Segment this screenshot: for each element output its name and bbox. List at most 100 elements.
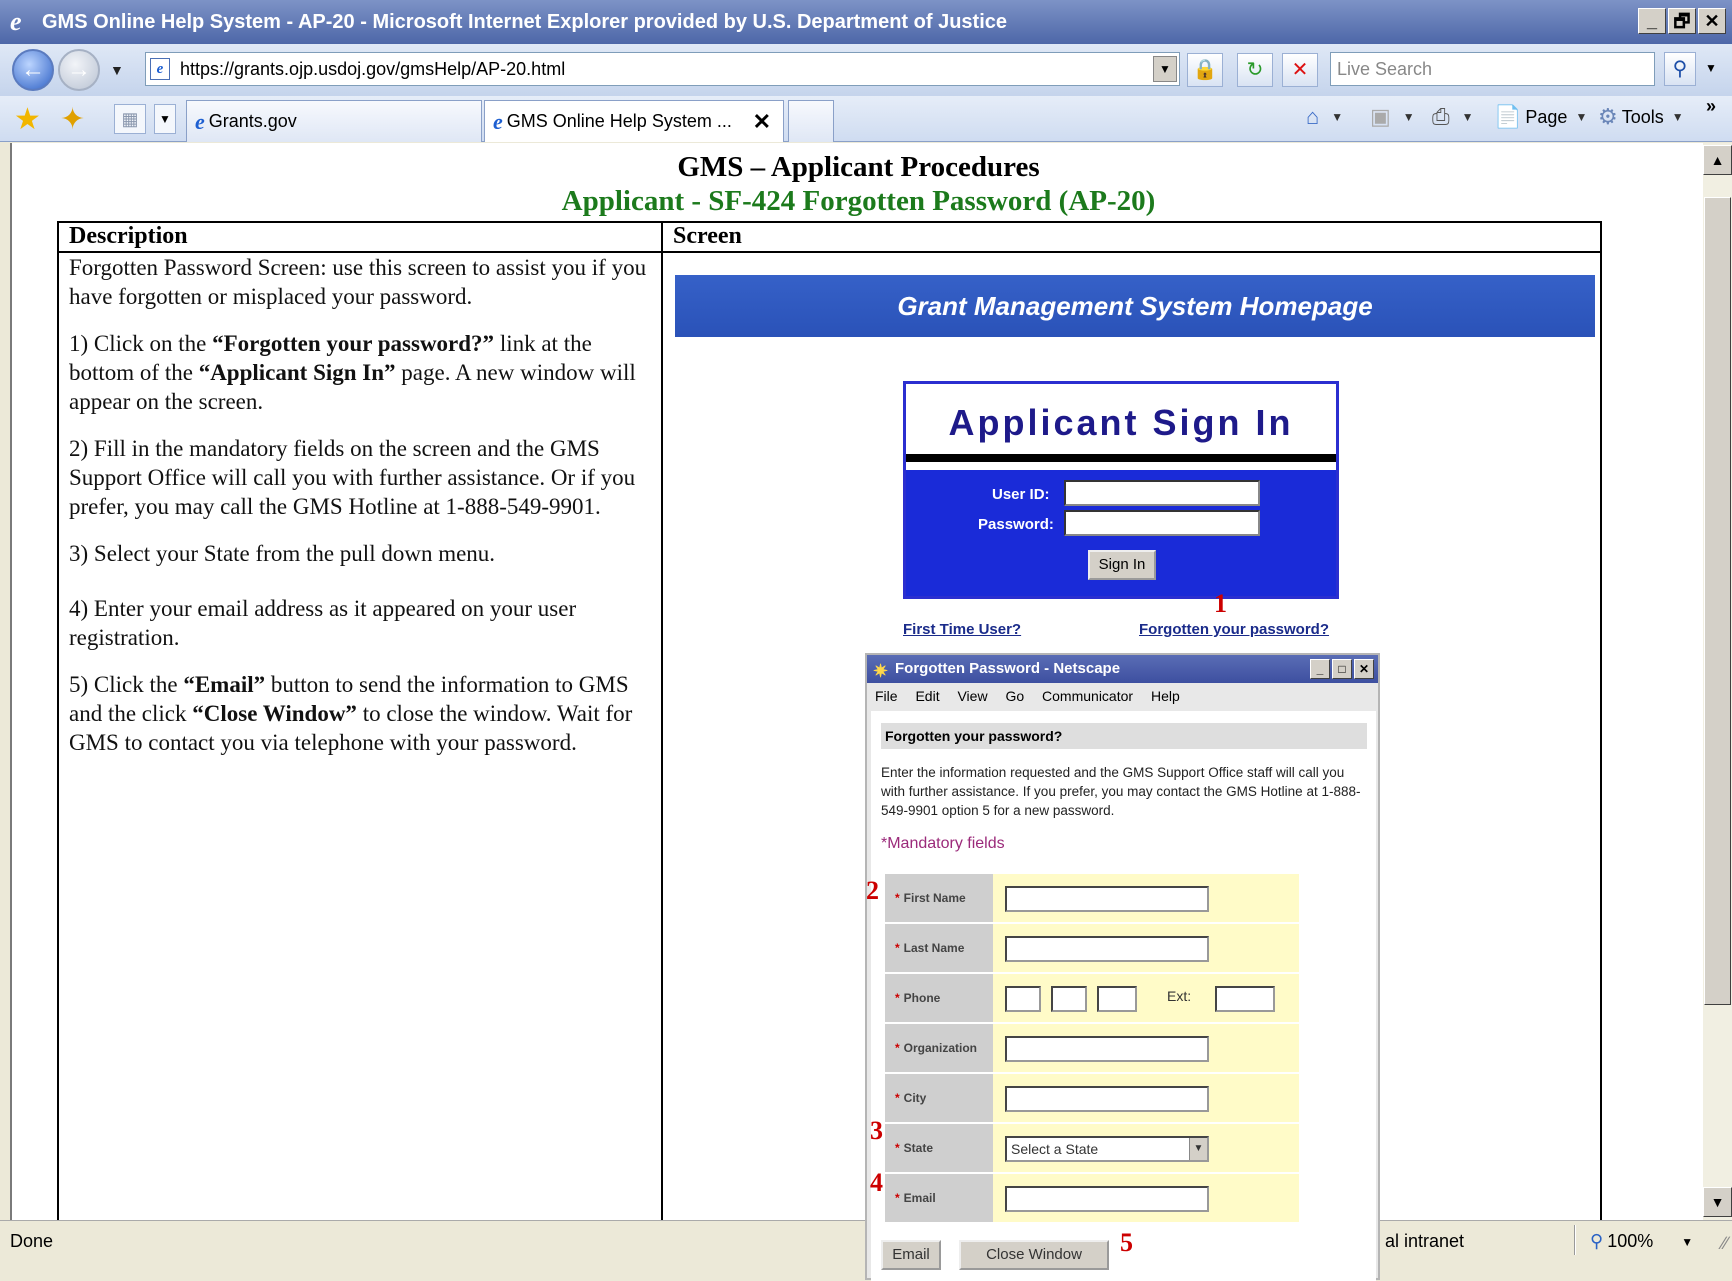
search-options-icon[interactable]: ▼ [1700,52,1722,86]
forgotten-password-window: ✷ Forgotten Password - Netscape _ □ ✕ Fi… [865,653,1380,1281]
print-dropdown-icon[interactable]: ▼ [1462,110,1474,124]
password-input[interactable] [1064,510,1260,536]
last-name-label-text: Last Name [903,941,965,955]
window-title: GMS Online Help System - AP-20 - Microso… [42,10,1007,33]
print-button[interactable]: ⎙ ▼ [1432,104,1474,130]
first-name-input[interactable] [1005,886,1209,912]
quick-tabs-icon[interactable]: ▦ [114,104,146,134]
state-select[interactable]: Select a State ▼ [1005,1136,1209,1162]
user-id-label: User ID: [992,486,1050,503]
add-favorites-icon[interactable]: ✦ [60,102,85,137]
netscape-icon: ✷ [873,661,889,681]
popup-window-controls: _ □ ✕ [1310,659,1374,679]
back-button[interactable]: ← [12,49,54,91]
page-menu[interactable]: 📄 Page ▼ [1494,104,1587,130]
new-tab-button[interactable] [788,100,834,142]
menu-help[interactable]: Help [1151,688,1180,704]
step-5: 5) Click the “Email” button to send the … [69,670,651,757]
last-name-input[interactable] [1005,936,1209,962]
scroll-down-icon[interactable]: ▼ [1703,1187,1732,1217]
search-icon[interactable]: ⚲ [1664,52,1696,86]
forward-button[interactable]: → [58,49,100,91]
restore-button[interactable]: 🗗 [1668,8,1696,34]
tools-menu-label: Tools [1621,106,1664,127]
step-5-text: 5) Click the [69,672,184,697]
menu-go[interactable]: Go [1005,688,1024,704]
menu-view[interactable]: View [957,688,987,704]
email-button[interactable]: Email [881,1240,941,1270]
zoom-dropdown-icon[interactable]: ▼ [1681,1235,1693,1249]
tools-menu[interactable]: ⚙ Tools ▼ [1598,104,1684,130]
more-commands-chevron-icon[interactable]: » [1706,96,1716,117]
forgot-password-link[interactable]: Forgotten your password? [1139,621,1329,638]
vertical-scrollbar[interactable]: ▲ ▼ [1703,143,1732,1220]
page-title: GMS – Applicant Procedures [677,151,1040,183]
popup-minimize-button[interactable]: _ [1310,659,1330,679]
phone-prefix-input[interactable] [1051,986,1087,1012]
user-id-input[interactable] [1064,480,1260,506]
tab-grants-gov[interactable]: e Grants.gov [186,100,482,142]
phone-area-input[interactable] [1005,986,1041,1012]
state-label-text: State [903,1141,934,1155]
refresh-icon[interactable]: ↻ [1237,53,1273,87]
tab-label: GMS Online Help System ... [506,111,732,131]
menu-file[interactable]: File [875,688,898,704]
close-window-button[interactable]: ✕ [1698,8,1726,34]
organization-input[interactable] [1005,1036,1209,1062]
resize-grip-icon[interactable]: ∕∕ [1722,1233,1728,1254]
ext-label: Ext: [1167,988,1192,1004]
stop-icon[interactable]: ✕ [1282,53,1318,87]
history-dropdown-icon[interactable]: ▼ [110,62,124,78]
gms-banner: Grant Management System Homepage [675,275,1595,337]
sign-in-button[interactable]: Sign In [1088,550,1156,580]
close-window-form-button[interactable]: Close Window [959,1240,1109,1270]
address-field[interactable]: e https://grants.ojp.usdoj.gov/gmsHelp/A… [145,52,1180,86]
first-time-user-link[interactable]: First Time User? [903,621,1021,638]
feeds-dropdown-icon[interactable]: ▼ [1403,110,1415,124]
home-icon: ⌂ [1306,104,1320,129]
home-button[interactable]: ⌂ ▼ [1306,104,1343,130]
page-menu-icon: 📄 [1494,104,1522,129]
phone-line-input[interactable] [1097,986,1137,1012]
tab-list-dropdown-icon[interactable]: ▼ [154,104,176,134]
window-controls: _ 🗗 ✕ [1638,8,1726,34]
close-tab-icon[interactable]: ✕ [753,109,771,135]
scroll-up-icon[interactable]: ▲ [1703,145,1732,175]
first-name-label: * First Name [885,874,993,922]
screen-header: Screen [661,221,1602,253]
chevron-down-icon[interactable]: ▼ [1189,1138,1207,1160]
tab-gms-help[interactable]: e GMS Online Help System ... ✕ [484,100,784,142]
tab-bar: ★ ✦ ▦ ▼ e Grants.gov e GMS Online Help S… [0,96,1732,142]
address-url[interactable]: https://grants.ojp.usdoj.gov/gmsHelp/AP-… [180,59,565,80]
scroll-thumb[interactable] [1704,197,1731,1005]
address-dropdown-icon[interactable]: ▼ [1153,56,1177,82]
popup-menubar: File Edit View Go Communicator Help [867,683,1378,709]
email-input[interactable] [1005,1186,1209,1212]
page-content: GMS – Applicant Procedures Applicant - S… [10,143,1703,1220]
signin-form: User ID: Password: Sign In [906,470,1336,596]
city-row: * City [885,1074,1301,1124]
step-1: 1) Click on the “Forgotten your password… [69,329,651,416]
description-header: Description [57,221,663,253]
signin-title: Applicant Sign In [906,384,1336,462]
favorites-star-icon[interactable]: ★ [14,102,41,137]
step-1-text: 1) Click on the [69,331,213,356]
phone-ext-input[interactable] [1215,986,1275,1012]
organization-label: * Organization [885,1024,993,1072]
lock-icon[interactable]: 🔒 [1187,53,1223,87]
popup-maximize-button[interactable]: □ [1332,659,1352,679]
city-input[interactable] [1005,1086,1209,1112]
menu-edit[interactable]: Edit [915,688,939,704]
password-label: Password: [978,516,1054,533]
page-menu-label: Page [1525,106,1568,127]
city-label: * City [885,1074,993,1122]
popup-close-button[interactable]: ✕ [1354,659,1374,679]
zoom-control[interactable]: ⚲ 100% ▼ [1590,1231,1693,1252]
popup-title: Forgotten Password - Netscape [895,660,1121,677]
minimize-button[interactable]: _ [1638,8,1666,34]
home-dropdown-icon[interactable]: ▼ [1331,110,1343,124]
callout-2: 2 [866,876,879,905]
feeds-button[interactable]: ▣ ▼ [1370,104,1415,130]
menu-communicator[interactable]: Communicator [1042,688,1133,704]
search-input[interactable]: Live Search [1330,52,1655,86]
